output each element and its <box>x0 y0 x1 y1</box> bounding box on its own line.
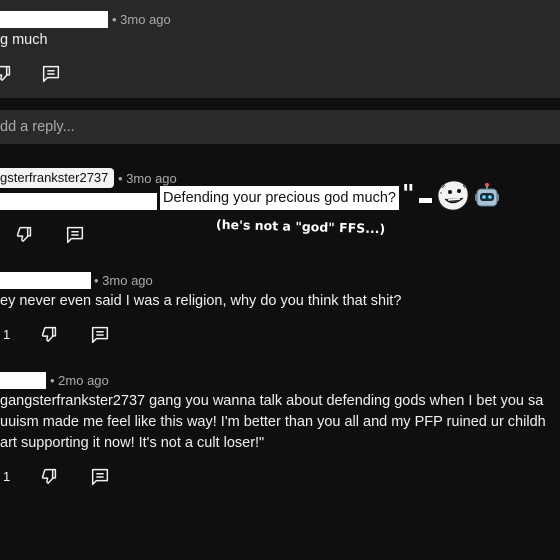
reply1-time: • 3mo ago <box>118 171 177 186</box>
redacted-username <box>0 372 46 389</box>
comment-icon <box>66 226 84 244</box>
reply3-text-line: gangsterfrankster2737 gang you wanna tal… <box>0 393 544 409</box>
username-tag[interactable]: gsterfrankster2737 <box>0 168 115 188</box>
reply2-time: • 3mo ago <box>94 273 153 288</box>
dislike-button[interactable] <box>0 63 14 85</box>
robot-emoji-icon <box>474 182 500 208</box>
reply-placeholder: dd a reply... <box>0 119 75 135</box>
redacted-username <box>0 11 108 28</box>
reply3-text-line: art supporting it now! It's not a cult l… <box>0 435 265 451</box>
comment-icon <box>42 65 60 83</box>
reply-button[interactable] <box>40 63 62 85</box>
dislike-button[interactable] <box>38 466 60 488</box>
comment-time: • 3mo ago <box>112 12 171 27</box>
comment-icon <box>91 468 109 486</box>
thumbs-down-icon <box>41 468 57 484</box>
dash-mark <box>419 198 432 203</box>
top-comment-panel: • 3mo ago g much <box>0 0 560 98</box>
reply-button[interactable] <box>64 224 86 246</box>
add-reply-input[interactable]: dd a reply... <box>0 110 560 144</box>
dislike-button[interactable] <box>38 324 60 346</box>
redacted-text <box>0 193 157 210</box>
thumbs-down-icon <box>0 65 11 81</box>
reply-button[interactable] <box>89 466 111 488</box>
thumbs-down-icon <box>41 326 57 342</box>
reply2-text: ey never even said I was a religion, why… <box>0 293 402 309</box>
redacted-username <box>0 272 91 289</box>
reply1-text: Defending your precious god much? <box>160 186 399 210</box>
reply-button[interactable] <box>89 324 111 346</box>
like-count: 1 <box>3 327 11 342</box>
like-count: 1 <box>3 469 11 484</box>
cartoon-face-sticker <box>436 179 470 212</box>
thumbs-down-icon <box>16 226 32 242</box>
handwritten-annotation: (he's not a "god" FFS...) <box>215 216 386 237</box>
dislike-button[interactable] <box>13 224 35 246</box>
reply3-time: • 2mo ago <box>50 373 109 388</box>
reply3-text-line: uuism made me feel like this way! I'm be… <box>0 414 546 430</box>
quote-mark: " <box>402 179 415 208</box>
comment-icon <box>91 326 109 344</box>
comment-text: g much <box>0 32 48 48</box>
